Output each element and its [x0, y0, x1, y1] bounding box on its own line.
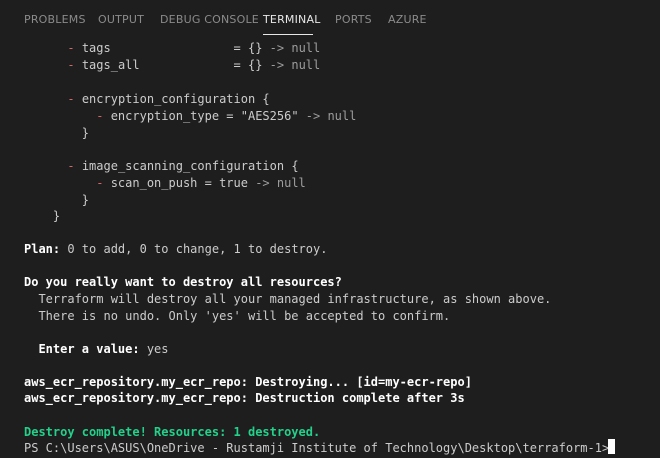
- terminal-text-segment: -: [67, 58, 75, 72]
- terminal-text-segment: Terraform will destroy all your managed …: [24, 292, 552, 306]
- terminal-line: Enter a value: yes: [24, 341, 169, 358]
- terminal-text-segment: encryption_type = "AES256": [103, 109, 306, 123]
- terminal-text-segment: Destroy complete! Resources: 1 destroyed…: [24, 425, 321, 439]
- tab-terminal[interactable]: TERMINAL: [263, 13, 321, 26]
- terminal-text-segment: -> null: [255, 176, 306, 190]
- terminal-cursor: [608, 439, 615, 454]
- terminal-line: aws_ecr_repository.my_ecr_repo: Destruct…: [24, 390, 465, 407]
- terminal-text-segment: tags_all = {}: [74, 58, 270, 72]
- terminal-text-segment: -> null: [305, 109, 357, 123]
- terminal-text-segment: aws_ecr_repository.my_ecr_repo: Destroyi…: [24, 375, 472, 389]
- terminal-line: - scan_on_push = true -> null: [24, 175, 306, 192]
- terminal-line: - image_scanning_configuration {: [24, 158, 299, 175]
- terminal-line: - encryption_configuration {: [24, 91, 270, 108]
- terminal-text-segment: -: [67, 159, 75, 173]
- terminal-text-segment: 0 to add, 0 to change, 1 to destroy.: [60, 242, 328, 256]
- terminal-text-segment: image_scanning_configuration {: [74, 159, 299, 173]
- terminal-text-segment: PS C:\Users\ASUS\OneDrive - Rustamji Ins…: [24, 441, 617, 455]
- terminal-line: - tags = {} -> null: [24, 40, 320, 57]
- terminal-line: }: [24, 192, 89, 209]
- terminal-text-segment: -> null: [269, 58, 321, 72]
- terminal-text-segment: yes: [139, 342, 169, 356]
- terminal-line: aws_ecr_repository.my_ecr_repo: Destroyi…: [24, 374, 472, 391]
- terminal-line: Destroy complete! Resources: 1 destroyed…: [24, 424, 320, 441]
- terminal-text-segment: -: [67, 41, 75, 55]
- terminal-line: - tags_all = {} -> null: [24, 57, 320, 74]
- active-tab-indicator: [263, 34, 313, 35]
- terminal-line: Terraform will destroy all your managed …: [24, 291, 551, 308]
- terminal-text-segment: }: [24, 209, 61, 223]
- terminal-line: Plan: 0 to add, 0 to change, 1 to destro…: [24, 241, 327, 258]
- tab-debug-console[interactable]: DEBUG CONSOLE: [160, 13, 259, 26]
- terminal-panel: PROBLEMS OUTPUT DEBUG CONSOLE TERMINAL P…: [0, 0, 660, 458]
- terminal-line: There is no undo. Only 'yes' will be acc…: [24, 308, 450, 325]
- terminal-text-segment: aws_ecr_repository.my_ecr_repo: Destruct…: [24, 391, 465, 405]
- terminal-text-segment: }: [24, 126, 90, 140]
- terminal-text-segment: -> null: [269, 41, 321, 55]
- terminal-text-segment: Enter a value:: [24, 342, 140, 356]
- terminal-text-segment: Plan:: [24, 242, 61, 256]
- terminal-text-segment: scan_on_push = true: [103, 176, 256, 190]
- terminal-text-segment: }: [24, 193, 90, 207]
- terminal-text-segment: tags = {}: [74, 41, 270, 55]
- terminal-output[interactable]: - tags = {} -> null - tags_all = {} -> n…: [0, 38, 660, 458]
- tab-azure[interactable]: AZURE: [388, 13, 427, 26]
- terminal-line: Do you really want to destroy all resour…: [24, 274, 342, 291]
- terminal-line: PS C:\Users\ASUS\OneDrive - Rustamji Ins…: [24, 440, 616, 457]
- terminal-line: - encryption_type = "AES256" -> null: [24, 108, 356, 125]
- tab-problems[interactable]: PROBLEMS: [24, 13, 86, 26]
- tab-output[interactable]: OUTPUT: [98, 13, 144, 26]
- terminal-text-segment: -: [67, 92, 75, 106]
- terminal-line: }: [24, 125, 89, 142]
- tab-ports[interactable]: PORTS: [335, 13, 372, 26]
- panel-tab-bar: PROBLEMS OUTPUT DEBUG CONSOLE TERMINAL P…: [0, 0, 660, 38]
- terminal-text-segment: Do you really want to destroy all resour…: [24, 275, 342, 289]
- terminal-text-segment: There is no undo. Only 'yes' will be acc…: [24, 309, 451, 323]
- terminal-line: }: [24, 208, 60, 225]
- terminal-text-segment: encryption_configuration {: [74, 92, 270, 106]
